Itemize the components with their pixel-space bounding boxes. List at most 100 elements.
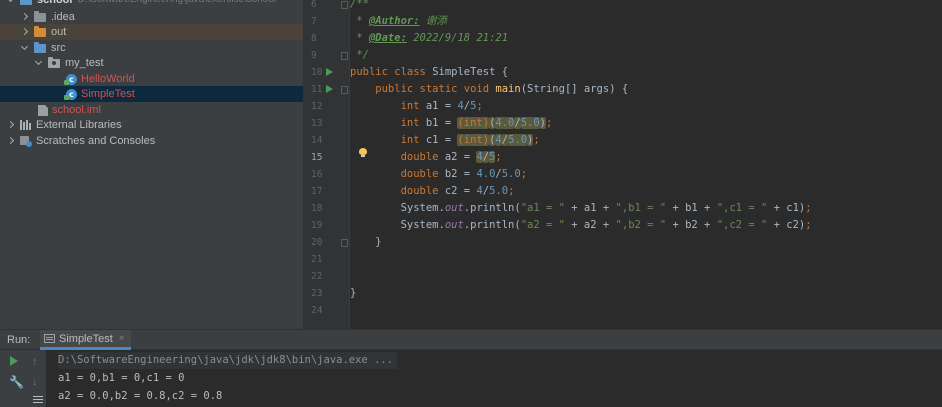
tree-item-helloworld[interactable]: c HelloWorld <box>0 71 303 87</box>
tab-simpletest[interactable]: SimpleTest × <box>40 330 131 350</box>
wrench-icon[interactable]: 🔧 <box>9 376 24 388</box>
tree-item-school-iml[interactable]: school.iml <box>0 102 303 118</box>
line-number: 13 <box>311 118 323 129</box>
tree-item-label: Scratches and Consoles <box>36 135 156 147</box>
chevron-right-icon[interactable] <box>20 24 30 40</box>
code-token: (int) <box>457 117 490 129</box>
tree-item-label: External Libraries <box>36 119 122 131</box>
chevron-right-icon[interactable] <box>6 117 16 133</box>
code-token: int <box>350 100 426 112</box>
line-number: 7 <box>311 16 317 27</box>
folder-icon <box>34 10 46 22</box>
scratches-icon <box>20 135 32 147</box>
code-line: /** <box>350 0 369 13</box>
code-line: int b1 = (int)(4.0/5.0); <box>350 115 552 132</box>
tree-item-scratches[interactable]: Scratches and Consoles <box>0 133 303 149</box>
code-token: 4 <box>495 134 502 146</box>
tree-item-out[interactable]: out <box>0 24 303 40</box>
tree-item-label: SimpleTest <box>81 88 135 100</box>
run-toolbar: ↑ 🔧 ↓ <box>0 350 46 407</box>
code-line: double a2 = 4/5; <box>350 149 502 166</box>
chevron-right-icon[interactable] <box>20 9 30 25</box>
code-token: c1 = <box>425 134 458 146</box>
code-line: System.out.println("a1 = " + a1 + ",b1 =… <box>350 200 812 217</box>
fold-icon[interactable] <box>341 1 348 9</box>
code-line: * @Date: 2022/9/18 21:21 <box>350 30 508 47</box>
chevron-right-icon[interactable] <box>6 133 16 149</box>
chevron-down-icon[interactable] <box>6 0 16 8</box>
tree-item-label: .idea <box>51 11 75 23</box>
menu-icon[interactable] <box>33 396 43 397</box>
editor-gutter[interactable]: 6 7 8 9 10 11 12 13 14 15 16 17 18 19 20 21 22 23 24 <box>303 0 350 329</box>
tree-item-label: src <box>51 42 66 54</box>
tree-item-src[interactable]: src <box>0 40 303 56</box>
code-token: double <box>350 168 445 180</box>
tree-item-label: out <box>51 26 67 38</box>
run-gutter-icon[interactable] <box>326 85 333 93</box>
code-token: ",c1 = " <box>716 202 768 214</box>
code-token: b1 = <box>425 117 458 129</box>
code-token: / <box>514 117 521 129</box>
project-root-path: D:\SoftwareEngineering\java\exercise\sch… <box>77 0 275 8</box>
tree-item-my-test[interactable]: my_test <box>0 55 303 71</box>
code-token: 5.0 <box>508 134 528 146</box>
code-token: /** <box>350 0 369 10</box>
code-token: ",b2 = " <box>615 219 667 231</box>
line-number: 17 <box>311 186 323 197</box>
code-line: int c1 = (int)(4/5.0); <box>350 132 540 149</box>
run-gutter-icon[interactable] <box>326 68 333 76</box>
chevron-down-icon[interactable] <box>34 55 44 71</box>
package-icon <box>48 56 60 68</box>
console-output-line: a1 = 0,b1 = 0,c1 = 0 <box>58 372 185 384</box>
code-token: + b2 + <box>666 219 717 231</box>
tree-item-external-libraries[interactable]: External Libraries <box>0 117 303 133</box>
code-line: System.out.println("a2 = " + a2 + ",b2 =… <box>350 217 812 234</box>
up-arrow-icon[interactable]: ↑ <box>32 356 44 368</box>
rerun-icon[interactable] <box>10 356 18 366</box>
tree-item-simpletest[interactable]: c SimpleTest <box>0 86 303 102</box>
code-token: out <box>444 219 464 231</box>
run-header: Run: SimpleTest × <box>0 330 942 350</box>
code-token: */ <box>350 49 369 61</box>
line-number: 19 <box>311 220 323 231</box>
project-tool-window: school D:\SoftwareEngineering\java\exerc… <box>0 0 303 329</box>
code-token: ; <box>805 219 812 231</box>
code-token: main <box>495 83 521 95</box>
code-token: System. <box>350 219 445 231</box>
code-token: System. <box>350 202 445 214</box>
code-line: int a1 = 4/5; <box>350 98 483 115</box>
code-token: "a1 = " <box>520 202 565 214</box>
fold-icon[interactable] <box>341 239 348 247</box>
code-token: int <box>350 134 426 146</box>
code-token: + c2) <box>767 219 806 231</box>
code-token: .println( <box>463 219 521 231</box>
code-token: (int) <box>457 134 490 146</box>
code-token: (String[] args) { <box>520 83 629 95</box>
code-token: ; <box>805 202 812 214</box>
code-editor[interactable]: /** * @Author: 谢添 * @Date: 2022/9/18 21:… <box>350 0 942 329</box>
chevron-down-icon[interactable] <box>20 40 30 56</box>
code-token: ; <box>508 185 515 197</box>
java-class-icon: c <box>64 73 77 85</box>
line-number: 8 <box>311 33 317 44</box>
tree-item-idea[interactable]: .idea <box>0 9 303 25</box>
source-folder-icon <box>34 41 46 53</box>
console-command-line: D:\SoftwareEngineering\java\jdk\jdk8\bin… <box>58 352 398 369</box>
close-icon[interactable]: × <box>119 333 125 344</box>
code-token: 4 <box>476 151 483 163</box>
code-token: * <box>350 15 369 27</box>
line-number: 18 <box>311 203 323 214</box>
code-token: .println( <box>463 202 521 214</box>
fold-icon[interactable] <box>341 86 348 94</box>
lightbulb-icon[interactable] <box>359 148 367 158</box>
line-number: 22 <box>311 271 323 282</box>
fold-icon[interactable] <box>341 52 348 60</box>
line-number: 14 <box>311 135 323 146</box>
code-token: ; <box>520 168 528 180</box>
code-token: ; <box>546 117 553 129</box>
code-line: public class SimpleTest { <box>350 64 508 81</box>
code-token: public static void <box>350 83 496 95</box>
code-token: @Date: <box>368 32 407 44</box>
down-arrow-icon[interactable]: ↓ <box>32 376 44 388</box>
tree-item-school[interactable]: school D:\SoftwareEngineering\java\exerc… <box>0 0 303 8</box>
